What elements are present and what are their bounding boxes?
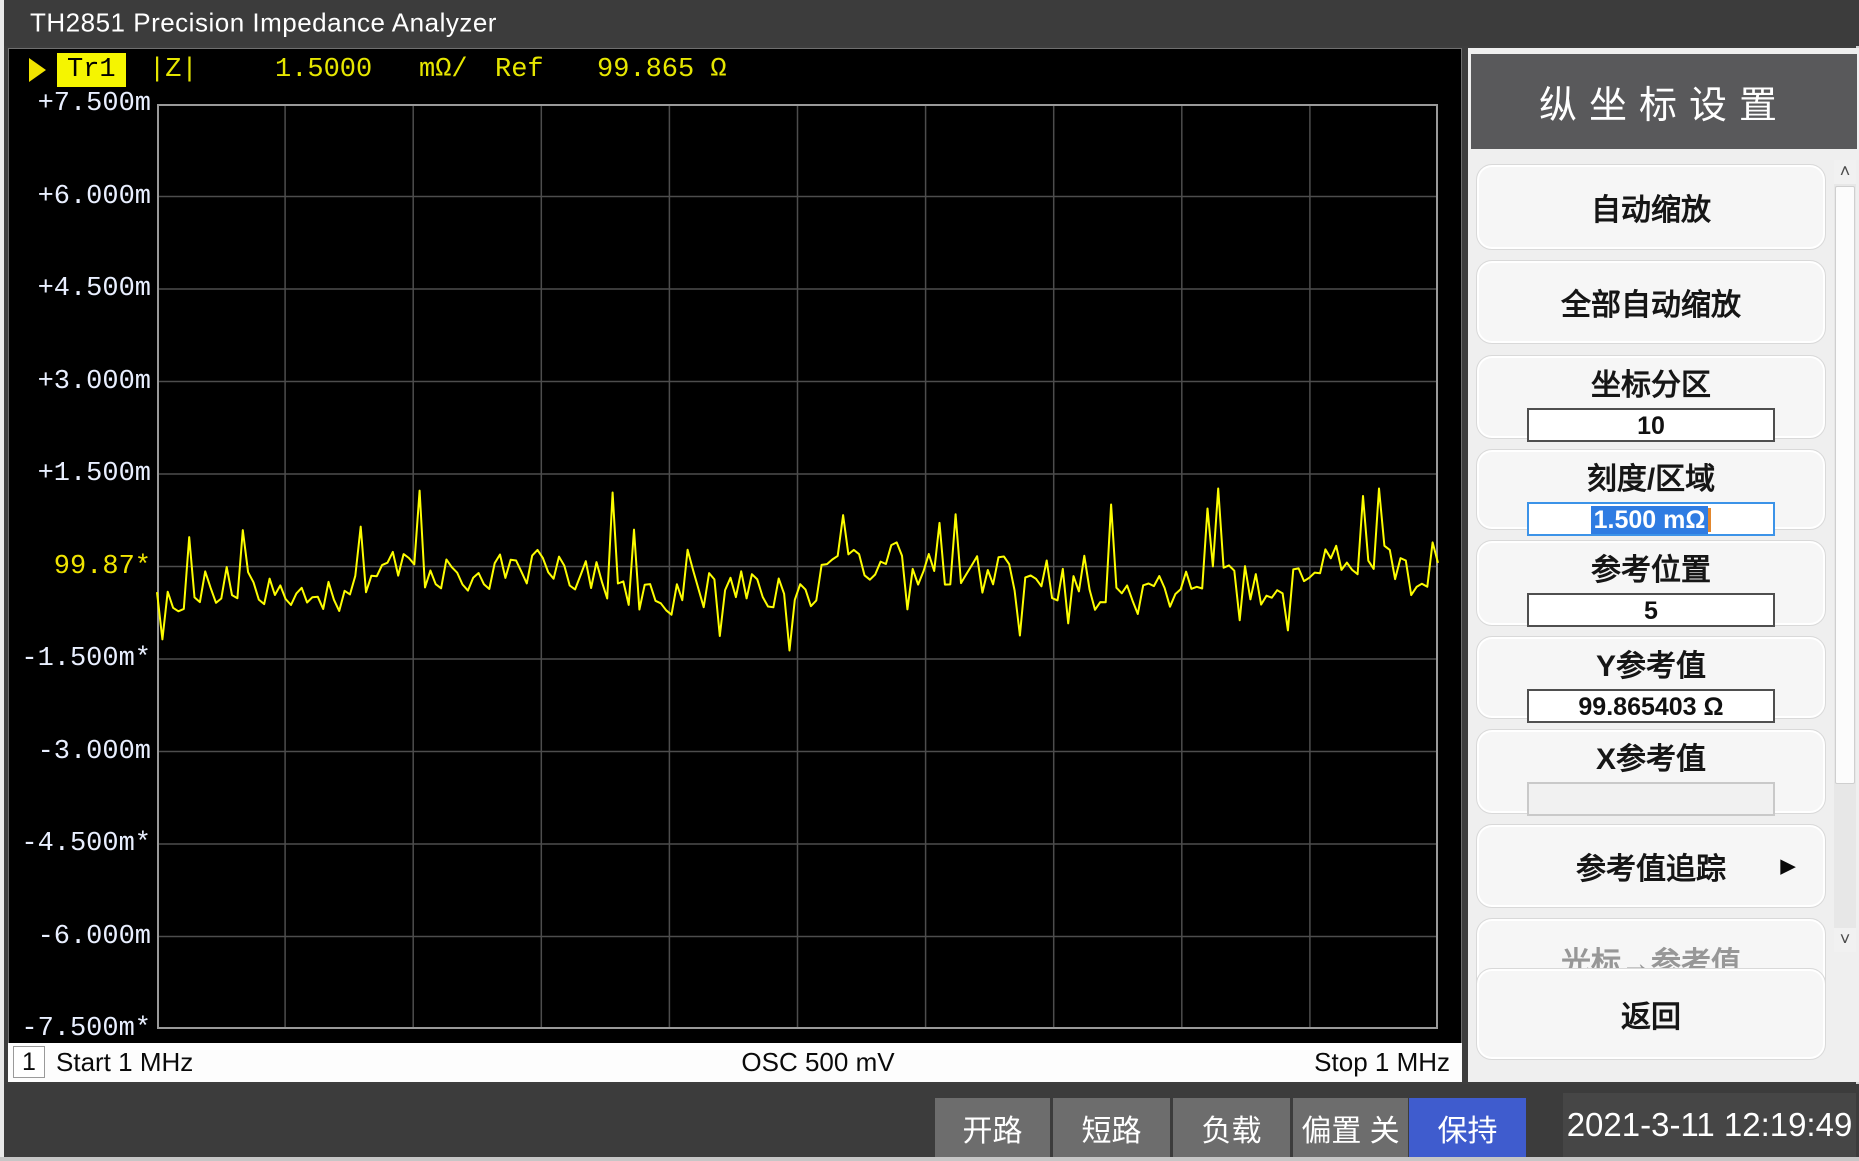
divisions-field-input[interactable]: 10 — [1527, 408, 1775, 442]
scroll-up-icon[interactable]: ˄ — [1834, 160, 1856, 184]
scrollbar-thumb[interactable] — [1835, 186, 1855, 784]
softkey-sidebar: 纵坐标设置 自动缩放全部自动缩放坐标分区10刻度/区域1.500 mΩ参考位置5… — [1468, 48, 1859, 1082]
scroll-down-icon[interactable]: ˅ — [1834, 928, 1856, 952]
trace-ref-label: Ref — [495, 55, 544, 85]
channel-indicator[interactable]: 1 — [13, 1046, 45, 1078]
ref-position-field-input[interactable]: 5 — [1527, 593, 1775, 627]
datetime-display: 2021-3-11 12:19:49 — [1563, 1093, 1856, 1157]
scale-per-div-field-input[interactable]: 1.500 mΩ — [1527, 502, 1775, 536]
y-axis-tick-label: +4.500m — [9, 274, 151, 304]
graticule-and-trace — [157, 104, 1438, 1029]
y-ref-value-field-label: Y参考值 — [1477, 641, 1825, 685]
trace-scale-value: 1.5000 — [275, 55, 372, 85]
ref-position-field-label: 参考位置 — [1477, 545, 1825, 589]
sidebar-scrollbar[interactable]: ˄ ˅ — [1834, 160, 1856, 952]
sidebar-item-y-ref-value-field[interactable]: Y参考值99.865403 Ω — [1476, 636, 1826, 719]
trace-ref-value: 99.865 Ω — [597, 55, 727, 85]
sidebar-item-ref-tracking-button[interactable]: 参考值追踪 ► — [1476, 824, 1826, 908]
x-ref-value-field-input — [1527, 782, 1775, 816]
y-axis-tick-label: -3.000m — [9, 737, 151, 767]
sidebar-item-ref-position-field[interactable]: 参考位置 5 — [1476, 540, 1826, 626]
load-correction-button[interactable]: 负载 — [1173, 1098, 1290, 1157]
submenu-arrow-icon: ► — [1775, 851, 1801, 882]
hold-button[interactable]: 保持 — [1409, 1098, 1526, 1157]
measurement-panel: Tr1 |Z| 1.5000 mΩ/ Ref 99.865 Ω +7.500m +… — [8, 48, 1462, 1082]
selected-text: 1.500 mΩ — [1591, 506, 1709, 534]
y-axis-tick-label: +3.000m — [9, 367, 151, 397]
y-axis-tick-label: -1.500m* — [9, 644, 151, 674]
sidebar-item-auto-scale-button[interactable]: 自动缩放 — [1476, 164, 1826, 250]
window-border-bottom — [0, 1157, 1859, 1161]
osc-level-label: OSC 500 mV — [698, 1047, 938, 1078]
open-correction-button[interactable]: 开路 — [935, 1098, 1050, 1157]
app-window: TH2851 Precision Impedance Analyzer Tr1 … — [0, 0, 1859, 1161]
trace-parameter: |Z| — [149, 55, 198, 85]
y-axis-tick-label: +6.000m — [9, 182, 151, 212]
sidebar-item-auto-scale-all-button[interactable]: 全部自动缩放 — [1476, 260, 1826, 344]
bias-off-button[interactable]: 偏置 关 — [1293, 1098, 1408, 1157]
start-frequency-label: Start 1 MHz — [56, 1047, 193, 1078]
auto-scale-button-label: 自动缩放 — [1591, 185, 1711, 229]
y-axis-reference-label: 99.87* — [9, 552, 151, 582]
window-border-left — [0, 0, 4, 1161]
trace-info-row: Tr1 |Z| 1.5000 mΩ/ Ref 99.865 Ω — [9, 49, 1461, 91]
stop-frequency-label: Stop 1 MHz — [1314, 1047, 1450, 1078]
sweep-info-strip: 1 Start 1 MHz OSC 500 mV Stop 1 MHz — [8, 1043, 1462, 1082]
back-button-label: 返回 — [1621, 992, 1681, 1036]
y-axis-tick-label: -7.500m* — [9, 1014, 151, 1044]
sidebar-item-divisions-field[interactable]: 坐标分区 10 — [1476, 355, 1826, 439]
y-axis-tick-label: -6.000m — [9, 922, 151, 952]
window-title: TH2851 Precision Impedance Analyzer — [30, 8, 497, 39]
y-ref-value-field-input[interactable]: 99.865403 Ω — [1527, 689, 1775, 723]
sidebar-item-scale-per-div-field[interactable]: 刻度/区域1.500 mΩ — [1476, 449, 1826, 530]
title-bar: TH2851 Precision Impedance Analyzer — [4, 0, 1859, 46]
sidebar-item-x-ref-value-field[interactable]: X参考值 — [1476, 729, 1826, 814]
trace-scale-unit: mΩ/ — [419, 55, 468, 85]
sidebar-item-back-button[interactable]: 返回 — [1476, 968, 1826, 1060]
active-trace-icon — [29, 58, 46, 82]
status-bar: 开路短路负载偏置 关 保持 2021-3-11 12:19:49 — [4, 1084, 1859, 1157]
ref-tracking-button-label: 参考值追踪 — [1576, 844, 1726, 888]
divisions-field-label: 坐标分区 — [1477, 360, 1825, 404]
y-axis-tick-label: +7.500m — [9, 89, 151, 119]
short-correction-button[interactable]: 短路 — [1053, 1098, 1170, 1157]
auto-scale-all-button-label: 全部自动缩放 — [1561, 280, 1741, 324]
y-axis-tick-label: -4.500m* — [9, 829, 151, 859]
sidebar-title: 纵坐标设置 — [1471, 54, 1857, 149]
x-ref-value-field-label: X参考值 — [1477, 734, 1825, 778]
trace-badge[interactable]: Tr1 — [57, 53, 126, 87]
scale-per-div-field-label: 刻度/区域 — [1477, 454, 1825, 498]
text-caret — [1708, 508, 1711, 532]
y-axis-tick-label: +1.500m — [9, 459, 151, 489]
